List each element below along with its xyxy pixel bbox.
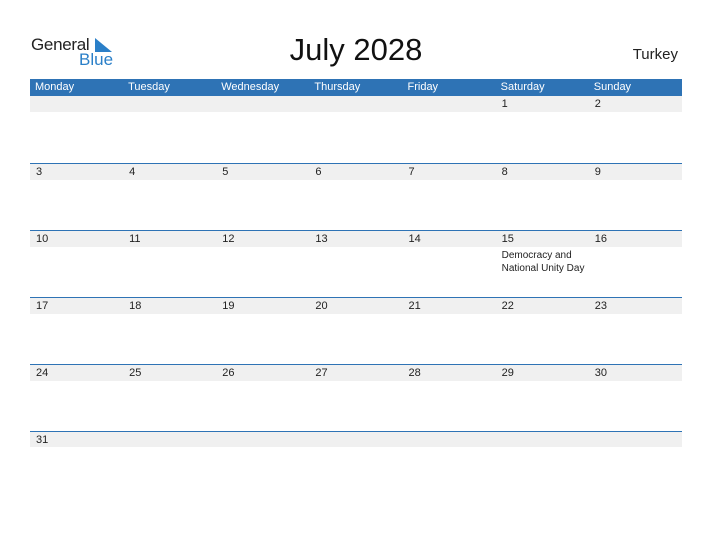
day-cell: 7 — [403, 164, 496, 230]
week-row: 17 18 19 20 21 22 23 — [30, 297, 682, 364]
day-number: 24 — [36, 367, 49, 379]
day-cell: 4 — [123, 164, 216, 230]
day-cell — [496, 432, 589, 471]
day-number: 11 — [129, 233, 141, 245]
country-label: Turkey — [632, 46, 678, 63]
day-cell: 23 — [589, 298, 682, 364]
day-cell: 18 — [123, 298, 216, 364]
day-number: 21 — [408, 300, 421, 312]
day-number: 25 — [129, 367, 142, 379]
day-number: 1 — [501, 98, 508, 110]
day-number: 15 — [501, 233, 514, 245]
day-number: 12 — [222, 233, 235, 245]
day-cell: 31 — [30, 432, 123, 471]
day-cell: 5 — [216, 164, 309, 230]
day-number: 4 — [129, 166, 136, 178]
day-number: 5 — [222, 166, 229, 178]
day-cell: 1 — [496, 96, 589, 163]
day-cell: 20 — [309, 298, 402, 364]
day-cell: 19 — [216, 298, 309, 364]
day-cell: 12 — [216, 231, 309, 297]
day-cell: 25 — [123, 365, 216, 431]
day-number: 3 — [36, 166, 43, 178]
day-number: 31 — [36, 434, 49, 446]
week-row: 31 — [30, 431, 682, 471]
day-cell — [123, 432, 216, 471]
day-cell: 26 — [216, 365, 309, 431]
day-number: 13 — [315, 233, 328, 245]
day-number: 27 — [315, 367, 328, 379]
weekday-saturday: Saturday — [500, 81, 545, 93]
day-cell: 2 — [589, 96, 682, 163]
weekday-wednesday: Wednesday — [221, 81, 280, 93]
week-row: 10 11 12 13 14 15 Democracy and National Unity… — [30, 230, 682, 297]
day-number: 28 — [408, 367, 421, 379]
day-cell — [123, 96, 216, 163]
weekday-thursday: Thursday — [314, 81, 361, 93]
page-title: July 2028 — [289, 32, 423, 67]
day-number: 22 — [501, 300, 514, 312]
day-cell: 27 — [309, 365, 402, 431]
day-cell — [589, 432, 682, 471]
day-cell: 8 — [496, 164, 589, 230]
day-cell: 17 — [30, 298, 123, 364]
day-cell — [30, 96, 123, 163]
day-number: 7 — [408, 166, 415, 178]
day-number: 16 — [594, 233, 607, 245]
day-number: 14 — [408, 233, 421, 245]
day-cell — [309, 432, 402, 471]
day-cell: 6 — [309, 164, 402, 230]
day-cell — [216, 432, 309, 471]
weekday-tuesday: Tuesday — [128, 81, 170, 93]
day-cell: 10 — [30, 231, 123, 297]
day-number: 9 — [594, 166, 601, 178]
day-cell: 16 — [589, 231, 682, 297]
weekday-friday: Friday — [407, 81, 439, 93]
day-cell: 13 — [309, 231, 402, 297]
day-number: 20 — [315, 300, 328, 312]
day-number: 30 — [594, 367, 607, 379]
day-number: 17 — [36, 300, 49, 312]
day-number: 23 — [594, 300, 607, 312]
day-number: 19 — [222, 300, 235, 312]
calendar: Monday Tuesday Wednesday Thursday Friday Satu… — [30, 79, 682, 471]
day-cell — [403, 432, 496, 471]
day-cell: 3 — [30, 164, 123, 230]
day-number: 29 — [501, 367, 514, 379]
weekday-monday: Monday — [35, 81, 75, 93]
day-number: 26 — [222, 367, 235, 379]
week-row: 3 4 5 6 7 8 9 — [30, 163, 682, 230]
day-cell: 15 Democracy and National Unity Day — [496, 231, 589, 297]
week-row: 24 25 26 27 28 29 30 — [30, 364, 682, 431]
day-number: 10 — [36, 233, 49, 245]
week-row: 12 — [30, 96, 682, 163]
calendar-weeks: 1 2 3 4 5 6 7 8 9 10 11 12 13 14 15 Democracy and Natio… — [30, 96, 682, 471]
day-number: 8 — [501, 166, 508, 178]
day-cell: 28 — [403, 365, 496, 431]
day-cell: 30 — [589, 365, 682, 431]
day-cell: 14 — [403, 231, 496, 297]
day-cell: 9 — [589, 164, 682, 230]
day-number: 6 — [315, 166, 322, 178]
day-number: 18 — [129, 300, 142, 312]
day-cell — [309, 96, 402, 163]
holiday-label: Democracy and National Unity Day — [501, 250, 585, 274]
day-cell — [403, 96, 496, 163]
day-cell: 22 — [496, 298, 589, 364]
day-cell: 11 — [123, 231, 216, 297]
weekday-header: Monday Tuesday Wednesday Thursday Friday Satu… — [30, 79, 682, 96]
day-cell: 29 — [496, 365, 589, 431]
weekday-sunday: Sunday — [593, 81, 632, 93]
day-cell: 24 — [30, 365, 123, 431]
day-cell: 21 — [403, 298, 496, 364]
day-cell — [216, 96, 309, 163]
day-number: 2 — [594, 98, 601, 110]
